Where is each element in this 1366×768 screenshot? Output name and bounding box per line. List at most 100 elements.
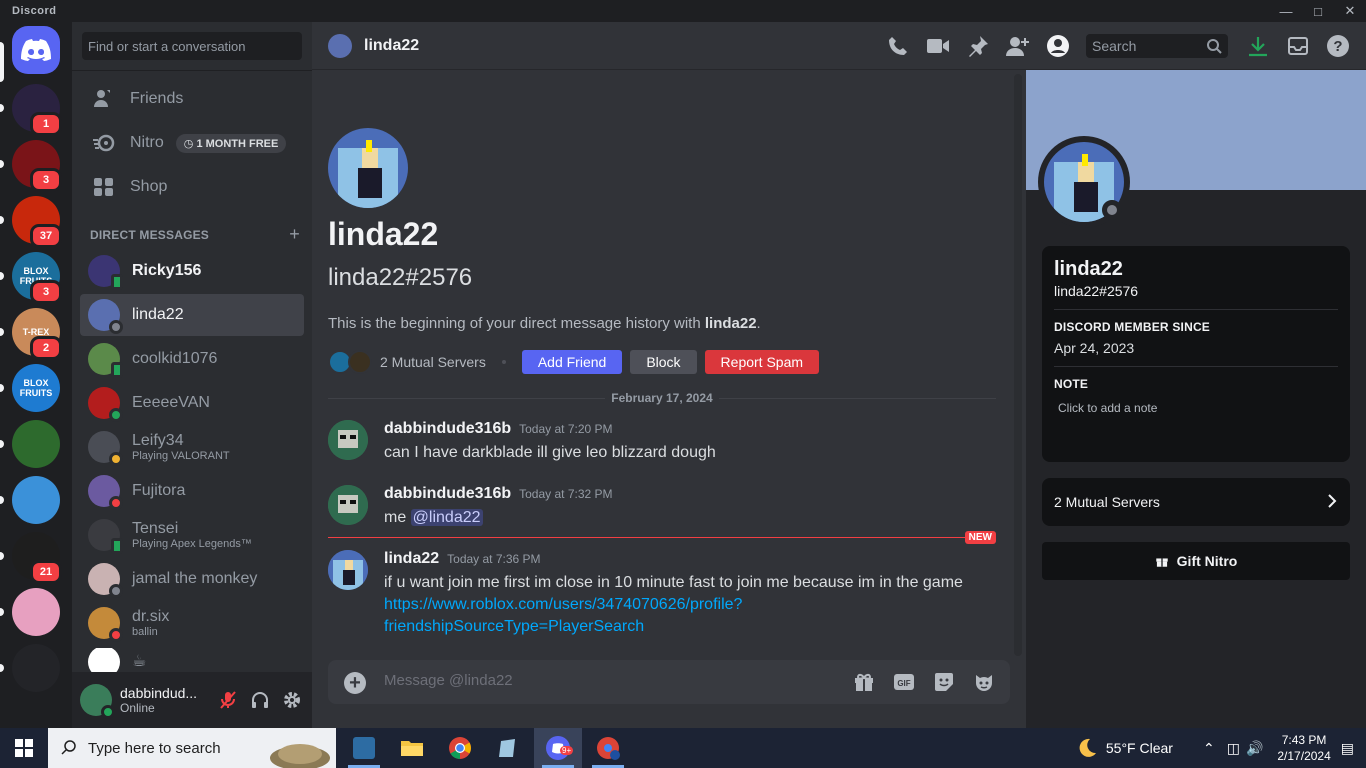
notifications-icon[interactable]: ▤	[1341, 740, 1354, 757]
profile-mutual-servers[interactable]: 2 Mutual Servers	[1042, 478, 1350, 526]
divider-line	[328, 536, 965, 538]
message-link-line-1[interactable]: https://www.roblox.com/users/3474070626/…	[384, 594, 984, 616]
sticker-icon[interactable]	[932, 670, 956, 694]
gift-icon[interactable]	[852, 670, 876, 694]
add-friend-button[interactable]: Add Friend	[521, 350, 623, 374]
unread-pill	[0, 496, 4, 504]
download-icon[interactable]	[1246, 34, 1270, 58]
message-input[interactable]: Message @linda22	[384, 672, 513, 689]
find-conversation-input[interactable]: Find or start a conversation	[82, 32, 302, 60]
taskbar-app-unknown[interactable]	[340, 728, 388, 768]
server-icon-9[interactable]: 21	[0, 532, 62, 584]
show-profile-icon[interactable]	[1046, 34, 1070, 58]
user-status: Online	[120, 701, 155, 715]
dm-row-coolkid1076[interactable]: coolkid1076	[80, 338, 304, 380]
nav-shop[interactable]: Shop	[80, 166, 304, 208]
dm-name: dr.six	[132, 608, 170, 626]
new-badge: NEW	[964, 531, 996, 544]
attach-plus-icon[interactable]: +	[344, 672, 366, 694]
settings-gear-icon[interactable]	[282, 688, 302, 712]
message-avatar[interactable]	[328, 485, 368, 525]
taskbar-chrome[interactable]	[436, 728, 484, 768]
taskbar-app-notes[interactable]	[484, 728, 532, 768]
weather-text[interactable]: 55°F Clear	[1106, 740, 1173, 756]
server-icon-1[interactable]: 1	[0, 84, 62, 136]
voice-call-icon[interactable]	[886, 34, 910, 58]
status-offline-icon	[109, 320, 123, 334]
message-avatar[interactable]	[328, 420, 368, 460]
message-author[interactable]: linda22	[384, 550, 439, 568]
message-link-line-2[interactable]: friendshipSourceType=PlayerSearch	[384, 616, 984, 638]
taskbar-clock[interactable]: 7:43 PM 2/17/2024	[1277, 732, 1330, 764]
close-icon[interactable]: ✕	[1334, 0, 1366, 22]
message-author[interactable]: dabbindude316b	[384, 485, 511, 503]
dm-row-tensei[interactable]: Tensei Playing Apex Legends™	[80, 514, 304, 556]
dm-text: Leify34 Playing VALORANT	[132, 432, 230, 462]
mutual-servers-link[interactable]: 2 Mutual Servers	[380, 354, 486, 370]
user-controls	[218, 688, 302, 712]
server-icon-4[interactable]: BLOX FRUITS3	[0, 252, 62, 304]
profile-avatar[interactable]	[1038, 136, 1130, 228]
create-dm-icon[interactable]: +	[289, 224, 300, 245]
header-username[interactable]: linda22	[364, 37, 419, 55]
header-search-input[interactable]: Search	[1086, 34, 1228, 58]
add-friend-dm-icon[interactable]	[1006, 34, 1030, 58]
minimize-icon[interactable]: —	[1270, 0, 1302, 22]
server-icon-3[interactable]: 37	[0, 196, 62, 248]
dm-row-fujitora[interactable]: Fujitora	[80, 470, 304, 512]
note-input[interactable]: Click to add a note	[1058, 401, 1338, 415]
chat-scrollbar[interactable]	[1014, 74, 1022, 656]
taskbar-file-explorer[interactable]	[388, 728, 436, 768]
dm-name: jamal the monkey	[132, 570, 258, 588]
report-spam-button[interactable]: Report Spam	[704, 350, 820, 374]
dm-row-dr-six[interactable]: dr.six ballin	[80, 602, 304, 644]
start-button[interactable]	[0, 728, 48, 768]
headphones-icon[interactable]	[250, 688, 270, 712]
server-icon-10[interactable]	[0, 588, 60, 636]
dm-row-jamal-the-monkey[interactable]: jamal the monkey	[80, 558, 304, 600]
taskbar-search-input[interactable]: Type here to search	[48, 728, 336, 768]
block-button[interactable]: Block	[630, 350, 697, 374]
taskbar-discord[interactable]: 9+	[534, 728, 582, 768]
server-icon-8[interactable]	[0, 476, 60, 524]
emoji-icon[interactable]	[972, 670, 996, 694]
volume-icon[interactable]: 🔊	[1246, 740, 1263, 757]
server-icon-6[interactable]: BLOX FRUITS	[0, 364, 60, 412]
nav-friends[interactable]: Friends	[80, 78, 304, 120]
weather-moon-icon	[1079, 738, 1096, 757]
server-icon-2[interactable]: 3	[0, 140, 62, 192]
user-avatar[interactable]	[80, 684, 115, 719]
network-icon[interactable]: ◫	[1227, 740, 1240, 757]
home-button[interactable]	[12, 26, 60, 74]
app-icon	[353, 737, 375, 759]
maximize-icon[interactable]: □	[1302, 0, 1334, 22]
server-icon-7[interactable]	[0, 420, 60, 468]
taskbar-chrome-profile[interactable]	[584, 728, 632, 768]
member-since-date: Apr 24, 2023	[1054, 340, 1135, 356]
server-icon-11[interactable]	[0, 644, 60, 692]
inbox-icon[interactable]	[1286, 34, 1310, 58]
pin-icon[interactable]	[966, 34, 990, 58]
server-icon-5[interactable]: T-REX 2	[0, 308, 62, 360]
mute-mic-icon[interactable]	[218, 688, 238, 712]
gift-nitro-button[interactable]: Gift Nitro	[1042, 542, 1350, 580]
dm-row-linda22[interactable]: linda22	[80, 294, 304, 336]
chevron-up-icon[interactable]: ⌃	[1203, 740, 1215, 757]
dm-text: jamal the monkey	[132, 570, 257, 588]
unread-pill	[0, 160, 4, 168]
help-icon[interactable]: ?	[1326, 34, 1350, 58]
nav-nitro[interactable]: Nitro ◷ 1 MONTH FREE	[80, 122, 304, 164]
message-avatar[interactable]	[328, 550, 368, 590]
date-divider: February 17, 2024	[328, 390, 996, 406]
user-mention[interactable]: @linda22	[410, 509, 483, 526]
dm-row-leify34[interactable]: Leify34 Playing VALORANT	[80, 426, 304, 468]
dm-row-eeeeevan[interactable]: EeeeeVAN	[80, 382, 304, 424]
mention-badge: 2	[30, 336, 62, 360]
discord-taskbar-badge: 9+	[560, 746, 574, 755]
video-call-icon[interactable]	[926, 34, 950, 58]
gif-icon[interactable]: GIF	[892, 670, 916, 694]
message-author[interactable]: dabbindude316b	[384, 420, 511, 438]
profile-card: linda22 linda22#2576 DISCORD MEMBER SINC…	[1042, 246, 1350, 462]
user-info[interactable]: dabbindud... Online	[120, 685, 197, 715]
dm-row-ricky156[interactable]: Ricky156	[80, 250, 304, 292]
